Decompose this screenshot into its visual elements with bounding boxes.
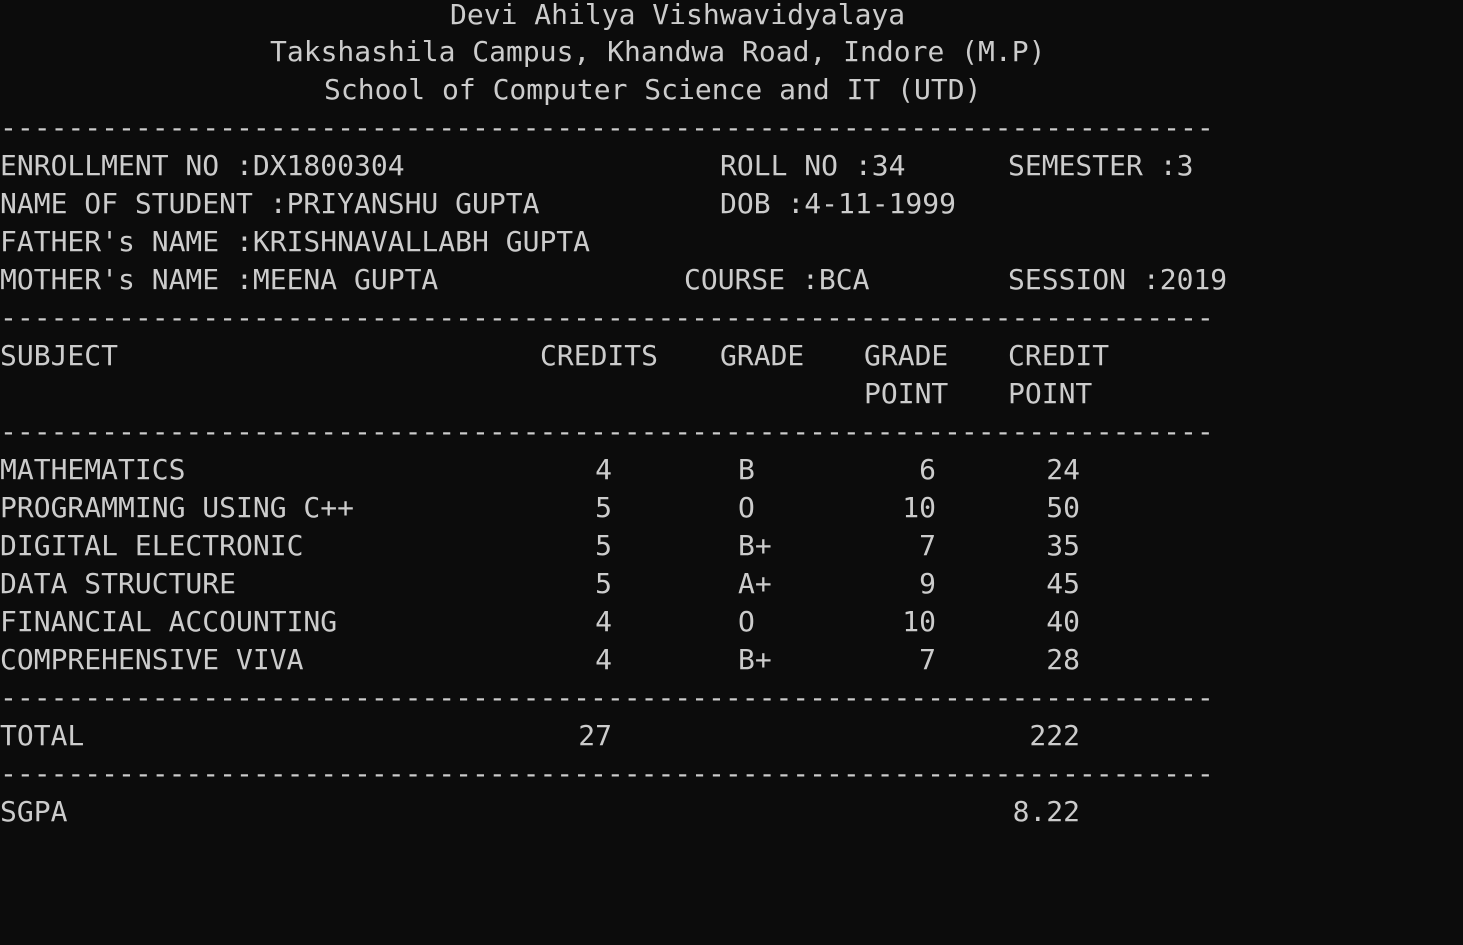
terminal-window[interactable]: Devi Ahilya Vishwavidyalaya Takshashila … — [0, 0, 1463, 828]
subject-grade: B — [738, 453, 755, 486]
subject-name: COMPREHENSIVE VIVA — [0, 643, 304, 676]
header-subject: SUBJECT — [0, 339, 119, 372]
mother-name: MOTHER's NAME :MEENA GUPTA — [0, 263, 439, 296]
subject-grade: O — [738, 605, 755, 638]
roll-number: ROLL NO :34 — [720, 149, 906, 182]
subject-grade: B+ — [738, 529, 772, 562]
subject-name: DIGITAL ELECTRONIC — [0, 529, 304, 562]
semester: SEMESTER :3 — [1008, 149, 1194, 182]
subject-grade-point: 9 — [919, 567, 936, 600]
header-campus-line: Takshashila Campus, Khandwa Road, Indore… — [0, 33, 1463, 71]
header-grade: GRADE — [720, 339, 805, 372]
total-label: TOTAL — [0, 719, 85, 752]
subject-credits: 4 — [595, 605, 612, 638]
subject-name: DATA STRUCTURE — [0, 567, 237, 600]
sgpa-label: SGPA — [0, 795, 68, 828]
subject-credits: 4 — [595, 453, 612, 486]
table-row: COMPREHENSIVE VIVA 4 B+ 7 28 — [0, 641, 1463, 679]
session: SESSION :2019 — [1008, 263, 1228, 296]
date-of-birth: DOB :4-11-1999 — [720, 187, 957, 220]
subject-credit-point: 35 — [1046, 529, 1080, 562]
table-row: MATHEMATICS 4 B 6 24 — [0, 451, 1463, 489]
header-credit-point-top: CREDIT — [1008, 339, 1110, 372]
header-school-line: School of Computer Science and IT (UTD) — [0, 71, 1463, 109]
subject-grade-point: 6 — [919, 453, 936, 486]
subject-name: MATHEMATICS — [0, 453, 186, 486]
divider-line: ----------------------------------------… — [0, 111, 1214, 144]
subject-grade-point: 10 — [902, 491, 936, 524]
school-name: School of Computer Science and IT (UTD) — [324, 73, 982, 106]
subject-grade-point: 7 — [919, 529, 936, 562]
subject-grade: B+ — [738, 643, 772, 676]
divider-line: ----------------------------------------… — [0, 415, 1214, 448]
total-row: TOTAL 27 222 — [0, 717, 1463, 755]
student-name: NAME OF STUDENT :PRIYANSHU GUPTA — [0, 187, 540, 220]
course: COURSE :BCA — [684, 263, 870, 296]
subject-credits: 5 — [595, 491, 612, 524]
student-info-row-3: FATHER's NAME :KRISHNAVALLABH GUPTA — [0, 223, 1463, 261]
subject-credit-point: 24 — [1046, 453, 1080, 486]
subject-credit-point: 50 — [1046, 491, 1080, 524]
student-info-row-2: NAME OF STUDENT :PRIYANSHU GUPTA DOB :4-… — [0, 185, 1463, 223]
header-grade-point-bottom: POINT — [864, 377, 949, 410]
subject-grade-point: 7 — [919, 643, 936, 676]
subject-credit-point: 45 — [1046, 567, 1080, 600]
table-row: DATA STRUCTURE 5 A+ 9 45 — [0, 565, 1463, 603]
subject-grade: O — [738, 491, 755, 524]
sgpa-row: SGPA 8.22 — [0, 793, 1463, 831]
sgpa-value: 8.22 — [1012, 795, 1080, 828]
table-header-row-1: SUBJECT CREDITS GRADE GRADE CREDIT — [0, 337, 1463, 375]
father-name: FATHER's NAME :KRISHNAVALLABH GUPTA — [0, 225, 591, 258]
header-credit-point-bottom: POINT — [1008, 377, 1093, 410]
table-row: PROGRAMMING USING C++ 5 O 10 50 — [0, 489, 1463, 527]
divider-line: ----------------------------------------… — [0, 757, 1214, 790]
subject-credits: 5 — [595, 529, 612, 562]
divider-line: ----------------------------------------… — [0, 681, 1214, 714]
university-name: Devi Ahilya Vishwavidyalaya — [450, 0, 906, 31]
enrollment-number: ENROLLMENT NO :DX1800304 — [0, 149, 405, 182]
student-info-row-4: MOTHER's NAME :MEENA GUPTA COURSE :BCA S… — [0, 261, 1463, 299]
subject-credits: 4 — [595, 643, 612, 676]
subject-name: PROGRAMMING USING C++ — [0, 491, 355, 524]
student-info-row-1: ENROLLMENT NO :DX1800304 ROLL NO :34 SEM… — [0, 147, 1463, 185]
subject-credit-point: 28 — [1046, 643, 1080, 676]
total-credits: 27 — [578, 719, 612, 752]
table-header-row-2: POINT POINT — [0, 375, 1463, 413]
header-credits: CREDITS — [540, 339, 659, 372]
header-university-line: Devi Ahilya Vishwavidyalaya — [0, 0, 1463, 34]
subject-name: FINANCIAL ACCOUNTING — [0, 605, 338, 638]
divider-line: ----------------------------------------… — [0, 301, 1214, 334]
table-row: FINANCIAL ACCOUNTING 4 O 10 40 — [0, 603, 1463, 641]
subject-credit-point: 40 — [1046, 605, 1080, 638]
header-grade-point-top: GRADE — [864, 339, 949, 372]
total-credit-points: 222 — [1029, 719, 1080, 752]
subject-grade-point: 10 — [902, 605, 936, 638]
campus-address: Takshashila Campus, Khandwa Road, Indore… — [270, 35, 1046, 68]
subject-grade: A+ — [738, 567, 772, 600]
subject-credits: 5 — [595, 567, 612, 600]
table-row: DIGITAL ELECTRONIC 5 B+ 7 35 — [0, 527, 1463, 565]
